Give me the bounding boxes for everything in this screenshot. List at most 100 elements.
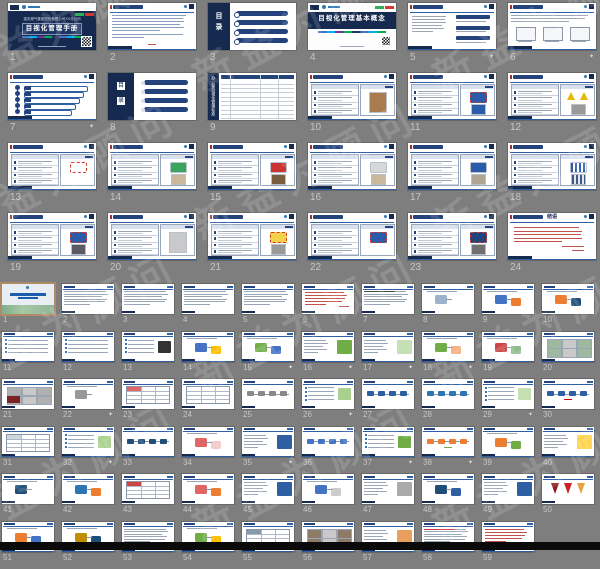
slide-header-title-bar <box>544 476 555 478</box>
text-line <box>244 304 270 305</box>
mini-table <box>6 434 50 452</box>
footer-line <box>2 409 54 410</box>
slide-thumbnail[interactable]: 目视化管理基本概念4 <box>308 3 396 73</box>
slide-thumbnail[interactable]: 22✦ <box>62 379 114 427</box>
slide-thumbnail[interactable]: 28 <box>422 379 474 427</box>
slide-thumbnail[interactable]: 24 <box>182 379 234 427</box>
slide-label-row: 17 <box>408 193 496 203</box>
slide-thumbnail[interactable]: 10 <box>308 73 396 143</box>
slide-thumbnail[interactable]: 9 <box>482 284 534 332</box>
text-line <box>304 346 323 347</box>
slide-thumbnail[interactable]: 4 <box>182 284 234 332</box>
slide-thumbnail[interactable]: 18 <box>508 143 596 213</box>
slide-thumbnail[interactable]: 40 <box>542 427 594 475</box>
text-line <box>547 291 577 292</box>
slide-thumbnail[interactable]: 7 <box>362 284 414 332</box>
slide-thumbnail[interactable]: 2 <box>108 3 196 73</box>
slide-preview <box>108 143 196 190</box>
slide-header-underline <box>243 431 293 432</box>
slide-thumbnail[interactable]: 23 <box>122 379 174 427</box>
slide-thumbnail[interactable]: 7✦ <box>8 73 96 143</box>
slide-thumbnail[interactable]: 8 <box>422 284 474 332</box>
slide-thumbnail[interactable]: 39 <box>482 427 534 475</box>
slide-thumbnail[interactable]: 3 <box>122 284 174 332</box>
slide-thumbnail[interactable]: 46 <box>302 474 354 522</box>
slide-label-row: 11 <box>2 364 54 372</box>
slide-thumbnail[interactable]: 30 <box>542 379 594 427</box>
slide-thumbnail[interactable]: 42 <box>62 474 114 522</box>
slide-thumbnail[interactable]: 41 <box>2 474 54 522</box>
slide-thumbnail[interactable]: 22 <box>308 213 396 283</box>
slide-thumbnail[interactable]: 35✦ <box>242 427 294 475</box>
slide-thumbnail[interactable]: 12 <box>62 332 114 380</box>
slide-thumbnail[interactable]: 12 <box>508 73 596 143</box>
slide-thumbnail[interactable]: 21 <box>208 213 296 283</box>
slide-thumbnail[interactable]: 18✦ <box>422 332 474 380</box>
slide-thumbnail[interactable]: 10 <box>542 284 594 332</box>
slide-thumbnail[interactable]: 38✦ <box>422 427 474 475</box>
slide-thumbnail[interactable]: 14 <box>182 332 234 380</box>
slide-preview <box>182 427 234 457</box>
slide-thumbnail[interactable]: 25 <box>242 379 294 427</box>
slide-thumbnail[interactable]: 13 <box>8 143 96 213</box>
slide-thumbnail[interactable]: 27 <box>362 379 414 427</box>
slide-thumbnail[interactable]: 2 <box>62 284 114 332</box>
slide-thumbnail[interactable]: 32✦ <box>62 427 114 475</box>
row-line <box>18 167 52 168</box>
slide-thumbnail[interactable]: 33 <box>122 427 174 475</box>
slide-thumbnail[interactable]: 36 <box>302 427 354 475</box>
slide-thumbnail[interactable]: 16✦ <box>302 332 354 380</box>
slide-thumbnail[interactable]: 50 <box>542 474 594 522</box>
slide-thumbnail[interactable]: 1 <box>2 284 54 332</box>
example-panel-tag <box>485 86 493 88</box>
slide-number: 27 <box>363 411 372 419</box>
slide-thumbnail[interactable]: 37✦ <box>362 427 414 475</box>
slide-thumbnail[interactable]: 11 <box>408 73 496 143</box>
slide-thumbnail[interactable]: 13 <box>122 332 174 380</box>
slide-thumbnail[interactable]: 34 <box>182 427 234 475</box>
slide-thumbnail[interactable]: 6 <box>302 284 354 332</box>
text-line <box>305 298 345 299</box>
bullet-icon <box>5 343 7 345</box>
slide-thumbnail[interactable]: 目录8 <box>108 73 196 143</box>
slide-thumbnail[interactable]: 办公室目视化管理标准9 <box>208 73 296 143</box>
slide-thumbnail[interactable]: 19 <box>8 213 96 283</box>
footer-line <box>62 504 114 505</box>
slide-thumbnail[interactable]: 31 <box>2 427 54 475</box>
slide-thumbnail[interactable]: 重庆燃气集团股份有限公司XX分公司目视化管理手册1 <box>8 3 96 73</box>
slide-thumbnail[interactable]: 20 <box>108 213 196 283</box>
slide-thumbnail[interactable]: 29✦ <box>482 379 534 427</box>
slide-thumbnail[interactable]: 49 <box>482 474 534 522</box>
slide-thumbnail[interactable]: 14 <box>108 143 196 213</box>
footer-line <box>242 409 294 410</box>
footer-line <box>122 361 174 362</box>
slide-thumbnail[interactable]: 19 <box>482 332 534 380</box>
slide-thumbnail[interactable]: 48 <box>422 474 474 522</box>
slide-thumbnail[interactable]: 21 <box>2 379 54 427</box>
slide-thumbnail[interactable]: 26✦ <box>302 379 354 427</box>
slide-thumbnail[interactable]: 23 <box>408 213 496 283</box>
slide-thumbnail[interactable]: 5 <box>242 284 294 332</box>
example-panel-tag <box>485 156 493 158</box>
slide-thumbnail[interactable]: 结语24 <box>508 213 596 283</box>
text-line <box>184 304 210 305</box>
slide-thumbnail[interactable]: 45 <box>242 474 294 522</box>
slide-thumbnail[interactable]: 目 录3 <box>208 3 296 73</box>
slide-thumbnail[interactable]: 5✦ <box>408 3 496 73</box>
row-line <box>518 104 552 105</box>
flow-node <box>580 391 587 396</box>
slide-thumbnail[interactable]: 16 <box>308 143 396 213</box>
slide-header-underline <box>243 336 293 337</box>
footer-line <box>242 551 294 552</box>
slide-thumbnail[interactable]: 47 <box>362 474 414 522</box>
slide-thumbnail[interactable]: 11 <box>2 332 54 380</box>
slide-thumbnail[interactable]: 17✦ <box>362 332 414 380</box>
slide-thumbnail[interactable]: 43 <box>122 474 174 522</box>
slide-thumbnail[interactable]: 15✦ <box>242 332 294 380</box>
slide-thumbnail[interactable]: 6✦ <box>508 3 596 73</box>
corner-logo-box <box>589 214 594 219</box>
slide-thumbnail[interactable]: 17 <box>408 143 496 213</box>
slide-thumbnail[interactable]: 20 <box>542 332 594 380</box>
slide-thumbnail[interactable]: 15 <box>208 143 296 213</box>
slide-thumbnail[interactable]: 44 <box>182 474 234 522</box>
